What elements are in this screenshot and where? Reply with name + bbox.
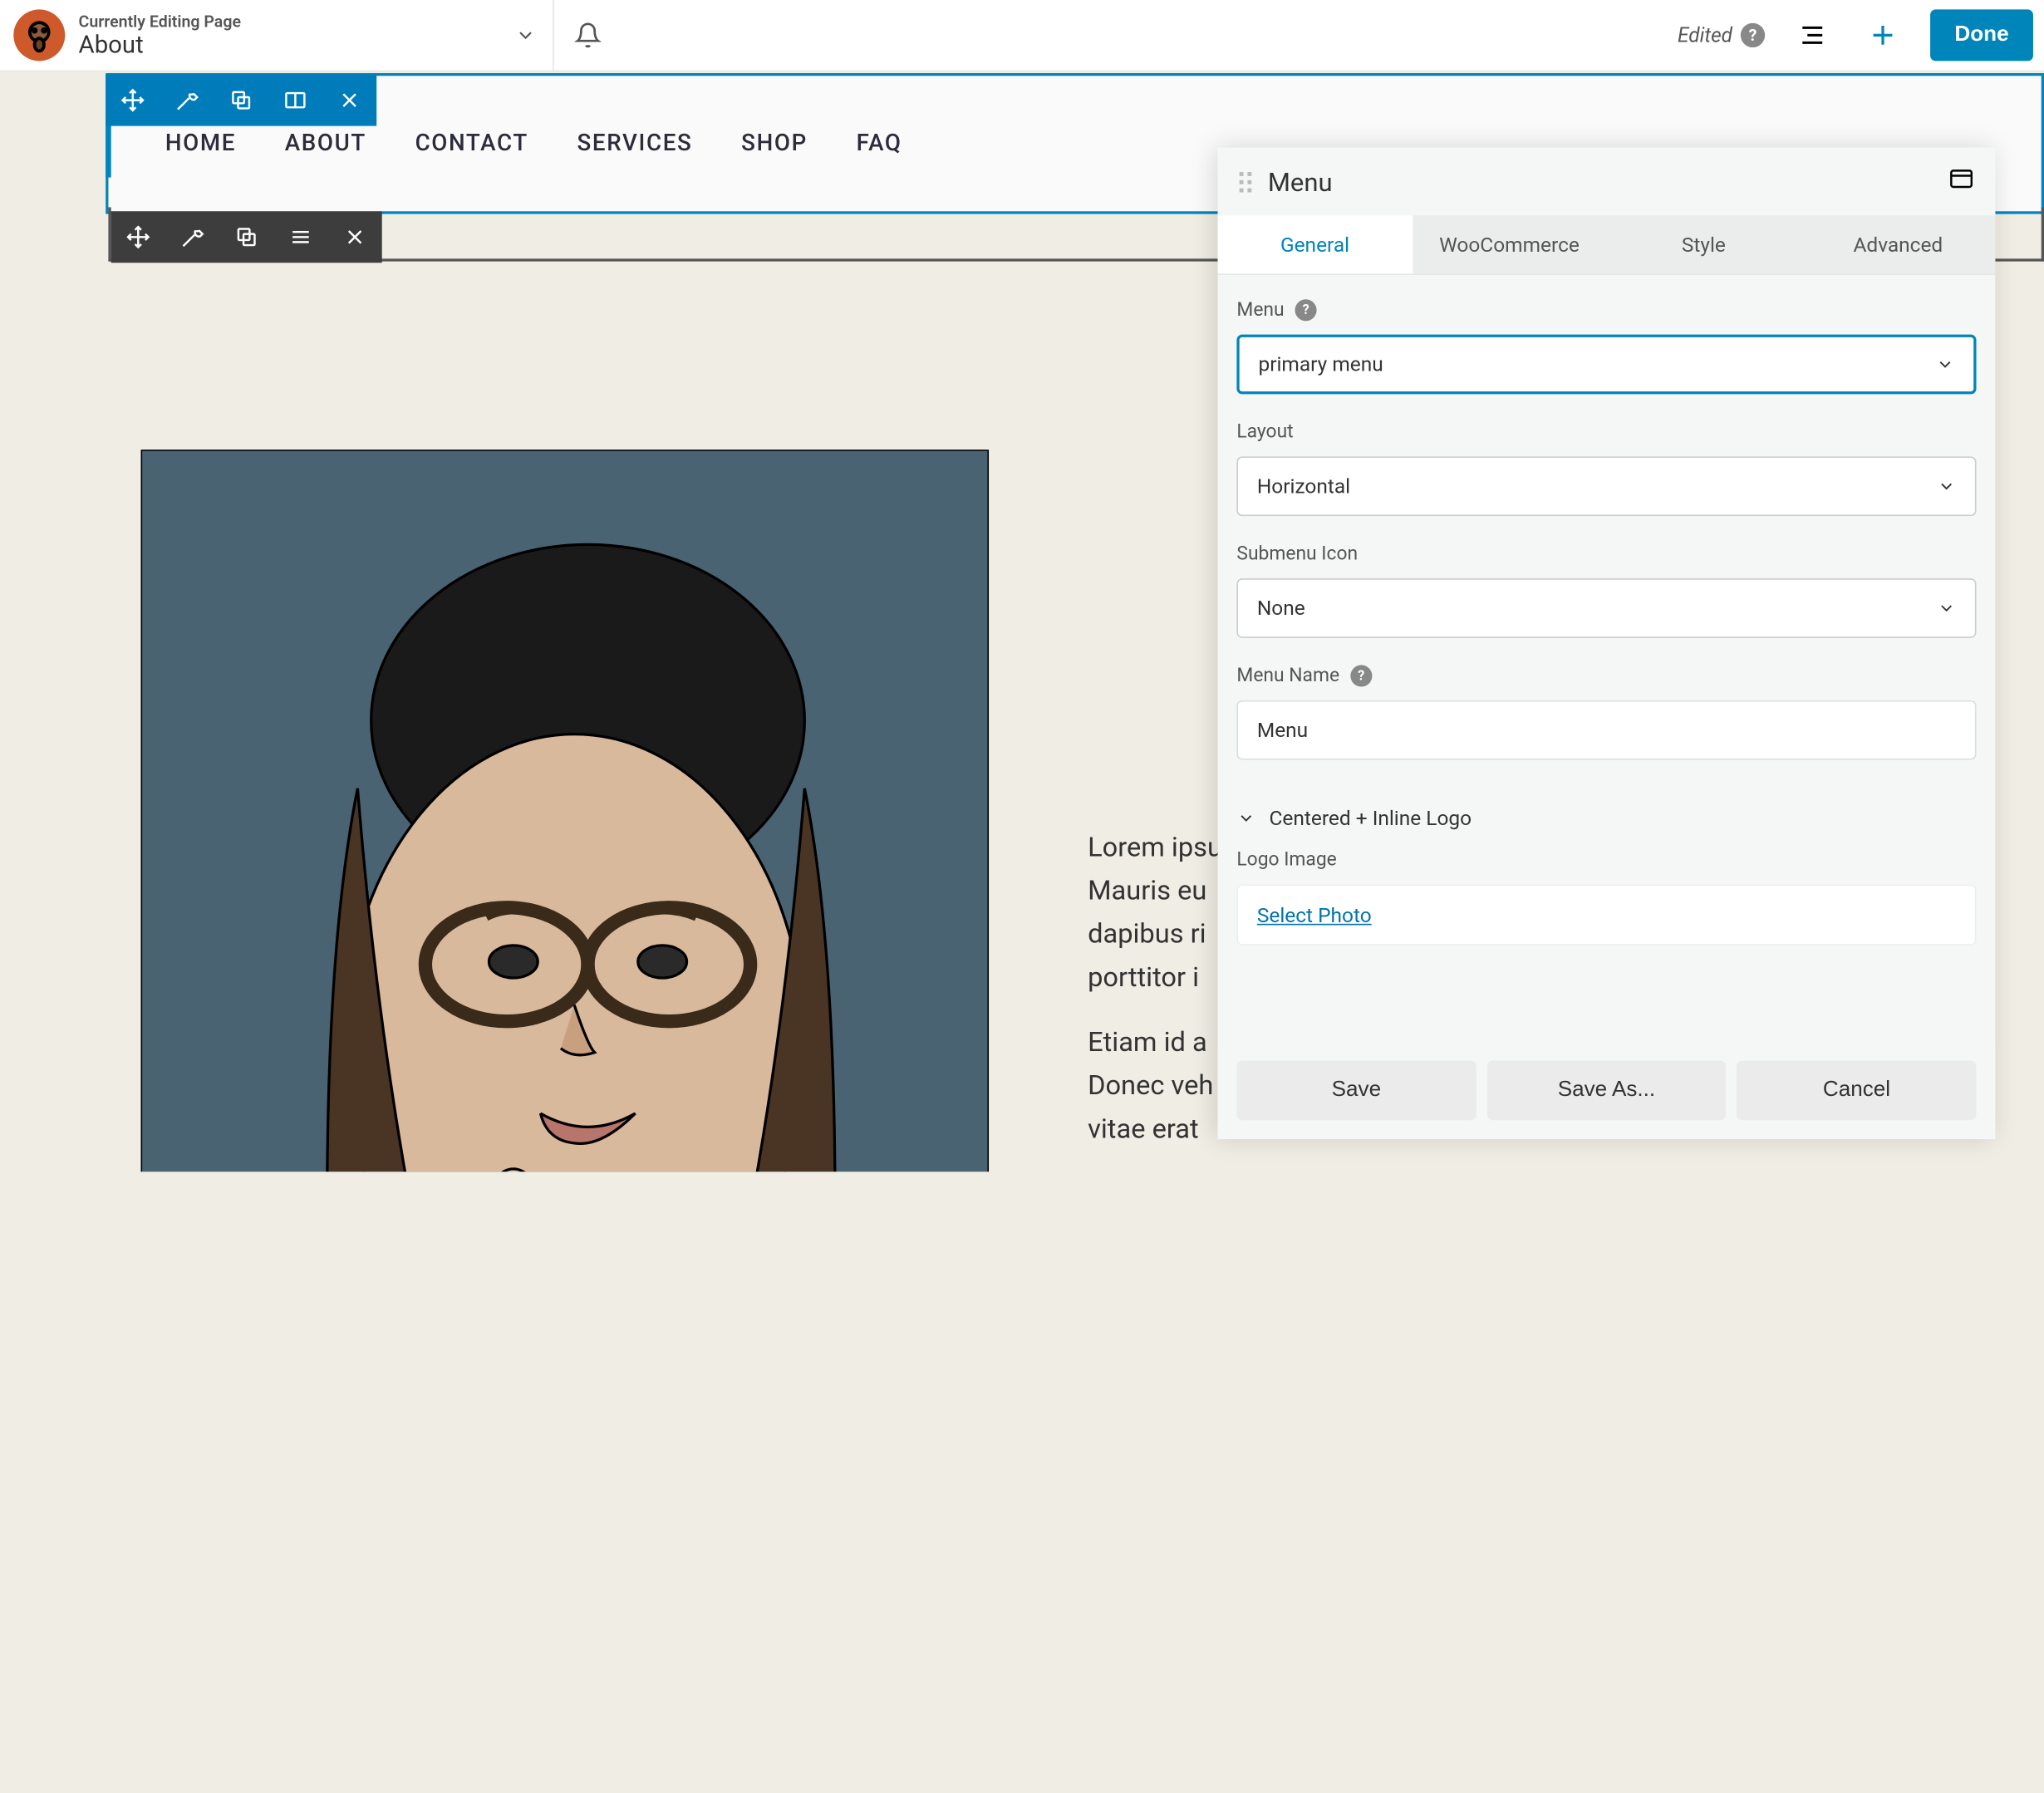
chevron-down-icon bbox=[1937, 599, 1956, 618]
menu-field-label: Menu ? bbox=[1236, 299, 1976, 321]
settings-panel: Menu General WooCommerce Style Advanced … bbox=[1218, 148, 1996, 1139]
nav-item-faq[interactable]: FAQ bbox=[857, 130, 902, 158]
cancel-button[interactable]: Cancel bbox=[1737, 1060, 1977, 1120]
row-move-button[interactable] bbox=[111, 211, 165, 263]
row-duplicate-button[interactable] bbox=[219, 211, 273, 263]
panel-tabs: General WooCommerce Style Advanced bbox=[1218, 215, 1996, 275]
copy-icon bbox=[234, 225, 258, 249]
nav-item-home[interactable]: HOME bbox=[165, 130, 236, 158]
nav-item-services[interactable]: SERVICES bbox=[577, 130, 693, 158]
bell-icon bbox=[574, 22, 602, 49]
edited-status: Edited ? bbox=[1678, 23, 1765, 47]
about-image bbox=[141, 449, 990, 1172]
tab-advanced[interactable]: Advanced bbox=[1801, 215, 1995, 273]
page-dropdown-button[interactable] bbox=[499, 0, 553, 71]
panel-body: Menu ? primary menu Layout Horizontal bbox=[1218, 275, 1996, 1044]
tab-woocommerce[interactable]: WooCommerce bbox=[1413, 215, 1607, 273]
settings-button[interactable] bbox=[160, 75, 214, 126]
submenu-icon-select[interactable]: None bbox=[1236, 578, 1976, 638]
save-button[interactable]: Save bbox=[1236, 1060, 1476, 1120]
duplicate-button[interactable] bbox=[214, 75, 268, 126]
row-settings-button[interactable] bbox=[165, 211, 219, 263]
done-button[interactable]: Done bbox=[1930, 9, 2033, 61]
logo-image-field: Select Photo bbox=[1236, 885, 1976, 946]
nav-item-about[interactable]: ABOUT bbox=[285, 130, 366, 158]
row-remove-button[interactable] bbox=[328, 211, 382, 263]
copy-icon bbox=[229, 88, 253, 112]
add-content-button[interactable] bbox=[1860, 12, 1905, 58]
row-menu-button[interactable] bbox=[273, 211, 327, 263]
move-button[interactable] bbox=[106, 75, 160, 126]
remove-button[interactable] bbox=[322, 75, 376, 126]
nav-item-contact[interactable]: CONTACT bbox=[415, 130, 528, 158]
section-toggle-centered-logo[interactable]: Centered + Inline Logo bbox=[1236, 787, 1507, 849]
drag-handle-icon[interactable] bbox=[1240, 171, 1252, 191]
module-toolbar-primary bbox=[106, 75, 376, 126]
tab-style[interactable]: Style bbox=[1606, 215, 1801, 273]
module-toolbar-row bbox=[111, 211, 382, 263]
help-icon[interactable]: ? bbox=[1741, 23, 1765, 47]
expand-button[interactable] bbox=[1949, 168, 1973, 195]
wrench-icon bbox=[174, 88, 199, 112]
close-icon bbox=[337, 88, 361, 112]
top-bar: Currently Editing Page About Edited ? Do… bbox=[0, 0, 2044, 71]
page-title: About bbox=[79, 31, 241, 59]
help-icon[interactable]: ? bbox=[1295, 299, 1317, 321]
select-photo-link[interactable]: Select Photo bbox=[1257, 903, 1372, 927]
help-icon[interactable]: ? bbox=[1350, 665, 1372, 686]
window-icon bbox=[1949, 168, 1973, 189]
chevron-down-icon bbox=[1236, 808, 1255, 828]
save-as-button[interactable]: Save As... bbox=[1486, 1060, 1726, 1120]
logo-image-label: Logo Image bbox=[1236, 849, 1976, 871]
wrench-icon bbox=[180, 225, 204, 249]
notifications-button[interactable] bbox=[554, 0, 622, 71]
submenu-icon-label: Submenu Icon bbox=[1236, 543, 1976, 565]
beaver-logo-icon bbox=[13, 9, 65, 61]
plus-icon bbox=[1866, 19, 1899, 52]
menu-name-label: Menu Name ? bbox=[1236, 665, 1976, 686]
outline-button[interactable] bbox=[1790, 12, 1835, 58]
editing-page-label: Currently Editing Page bbox=[79, 12, 241, 31]
move-icon bbox=[120, 88, 145, 112]
chevron-down-icon bbox=[1937, 477, 1956, 496]
panel-title: Menu bbox=[1268, 166, 1333, 197]
menu-name-input[interactable]: Menu bbox=[1236, 700, 1976, 760]
tab-general[interactable]: General bbox=[1218, 215, 1413, 273]
column-button[interactable] bbox=[268, 75, 322, 126]
layout-field-label: Layout bbox=[1236, 421, 1976, 443]
nav-item-shop[interactable]: SHOP bbox=[741, 130, 808, 158]
outline-icon bbox=[1797, 20, 1827, 50]
canvas: HOME ABOUT CONTACT SERVICES SHOP FAQ bbox=[0, 71, 2044, 1099]
menu-select[interactable]: primary menu bbox=[1236, 335, 1976, 395]
columns-icon bbox=[283, 88, 307, 112]
chevron-down-icon bbox=[1936, 355, 1955, 374]
layout-select[interactable]: Horizontal bbox=[1236, 456, 1976, 516]
hamburger-icon bbox=[288, 225, 312, 249]
chevron-down-icon bbox=[514, 24, 536, 46]
move-icon bbox=[126, 225, 150, 249]
panel-footer: Save Save As... Cancel bbox=[1218, 1044, 1996, 1139]
panel-header: Menu bbox=[1218, 148, 1996, 216]
close-icon bbox=[342, 225, 366, 249]
